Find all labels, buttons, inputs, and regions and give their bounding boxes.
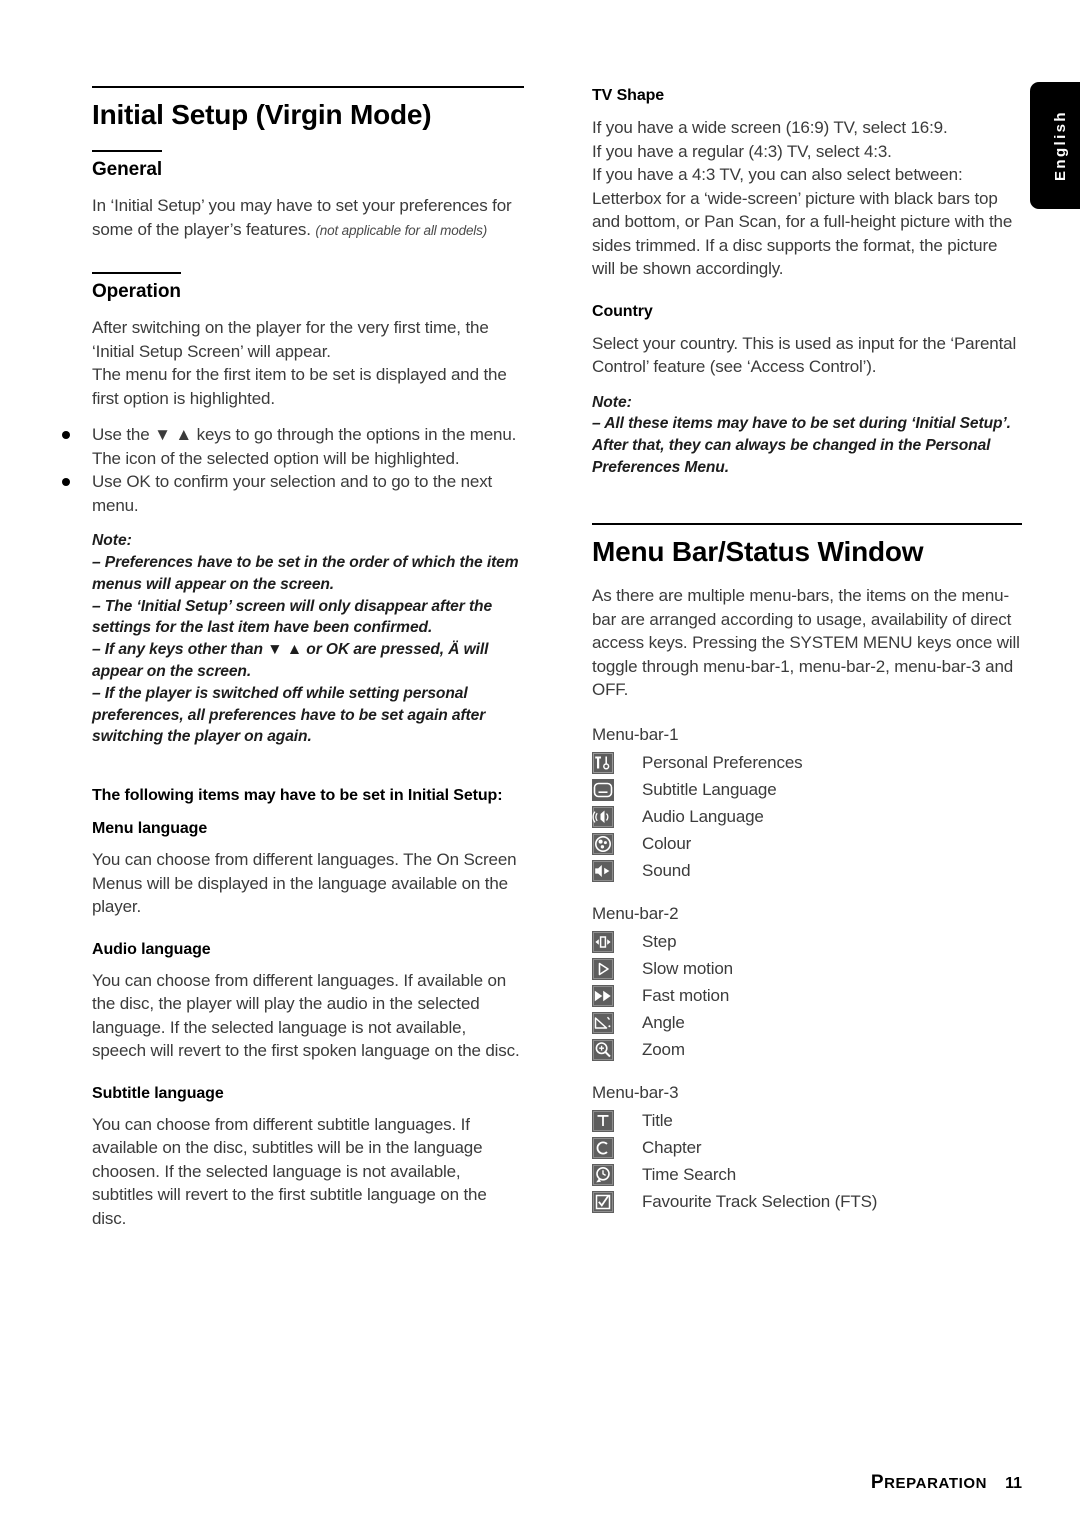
bullet-text: Use the ▼ ▲ keys to go through the optio…: [92, 425, 517, 468]
heading-tv-shape: TV Shape: [592, 87, 665, 104]
list-item: Zoom: [592, 1037, 1022, 1064]
list-item: Colour: [592, 831, 1022, 858]
menu-item-label: Step: [642, 932, 677, 952]
menu-bar-group-2: Menu-bar-2 Step Slow motion Fast motion …: [592, 901, 1022, 1064]
note-item: – All these items may have to be set dur…: [592, 415, 1011, 476]
list-item: Angle: [592, 1010, 1022, 1037]
menu-item-label: Zoom: [642, 1040, 685, 1060]
document-page: English Initial Setup (Virgin Mode) Gene…: [0, 0, 1080, 1528]
page-number: 11: [1005, 1475, 1022, 1492]
tv-shape-line-2: If you have a regular (4:3) TV, select 4…: [592, 141, 892, 161]
menu-item-label: Subtitle Language: [642, 780, 777, 800]
tv-shape-line-1: If you have a wide screen (16:9) TV, sel…: [592, 118, 948, 137]
slow-motion-icon: [592, 958, 614, 981]
menu-bar-title: Menu Bar/Status Window: [592, 522, 1022, 566]
note-item: – The ‘Initial Setup’ screen will only d…: [92, 597, 493, 637]
list-item: Subtitle Language: [592, 777, 1022, 804]
menu-item-label: Favourite Track Selection (FTS): [642, 1192, 878, 1212]
items-intro-heading: The following items may have to be set i…: [92, 787, 503, 805]
page-footer: PREPARATION 11: [0, 1472, 1022, 1494]
list-item: Use OK to confirm your selection and to …: [62, 470, 524, 517]
list-item: Title: [592, 1108, 1022, 1135]
left-column: Initial Setup (Virgin Mode) General In ‘…: [62, 86, 524, 1230]
heading-operation: Operation: [92, 272, 181, 303]
tools-icon: [592, 752, 614, 775]
menu-bar-group-1: Menu-bar-1 Personal Preferences Subtitle…: [592, 722, 1022, 885]
list-item: Slow motion: [592, 956, 1022, 983]
footer-section-initial: P: [870, 1472, 885, 1493]
note-item: – If the player is switched off while se…: [92, 684, 486, 746]
menu-bar-2-label: Menu-bar-2: [592, 903, 679, 923]
bullet-text: Use OK to confirm your selection and to …: [92, 472, 493, 515]
menu-item-label: Angle: [642, 1013, 685, 1033]
list-item: Step: [592, 929, 1022, 956]
fast-motion-icon: [592, 985, 614, 1008]
operation-paragraph-1: After switching on the player for the ve…: [92, 318, 489, 361]
bullet-dot-icon: [62, 478, 70, 487]
menu-bar-group-3: Menu-bar-3 Title Chapter Time Search Fav…: [592, 1080, 1022, 1216]
menu-item-label: Chapter: [642, 1138, 702, 1158]
list-item: Chapter: [592, 1135, 1022, 1162]
note-item: – If any keys other than ▼ ▲ or OK are p…: [92, 641, 489, 680]
body-country: Select your country. This is used as inp…: [592, 333, 1017, 377]
tv-shape-line-3: If you have a 4:3 TV, you can also selec…: [592, 165, 963, 184]
list-item: Fast motion: [592, 983, 1022, 1010]
menu-bar-3-label: Menu-bar-3: [592, 1082, 679, 1102]
body-menu-language: You can choose from different languages.…: [92, 850, 517, 917]
heading-menu-language: Menu language: [92, 820, 208, 838]
general-paragraph-note: (not applicable for all models): [315, 222, 488, 238]
tv-shape-line-4: Letterbox for a ‘wide-screen’ picture wi…: [592, 188, 1013, 279]
list-item: Time Search: [592, 1162, 1022, 1189]
menu-item-label: Slow motion: [642, 959, 733, 979]
heading-general: General: [92, 150, 162, 181]
title-icon: [592, 1110, 614, 1133]
heading-subtitle-language: Subtitle language: [92, 1084, 224, 1102]
subtitle-icon: [592, 779, 614, 802]
chapter-icon: [592, 1137, 614, 1160]
audio-icon: [592, 806, 614, 829]
language-tab: English: [1030, 82, 1080, 209]
language-tab-label: English: [1051, 110, 1069, 181]
note-item: – Preferences have to be set in the orde…: [92, 553, 519, 593]
sound-icon: [592, 860, 614, 883]
footer-section-name: PREPARATION: [870, 1472, 988, 1493]
list-item: Audio Language: [592, 804, 1022, 831]
menu-bar-1-label: Menu-bar-1: [592, 724, 679, 744]
menu-item-label: Audio Language: [642, 807, 764, 827]
fts-icon: [592, 1191, 614, 1214]
menu-item-label: Colour: [642, 834, 692, 854]
operation-paragraph-2: The menu for the first item to be set is…: [92, 365, 507, 408]
page-title: Initial Setup (Virgin Mode): [92, 86, 524, 129]
heading-audio-language: Audio language: [92, 940, 211, 958]
list-item: Sound: [592, 858, 1022, 885]
step-icon: [592, 931, 614, 954]
operation-bullet-list: Use the ▼ ▲ keys to go through the optio…: [62, 423, 524, 517]
note-label-right: Note:: [592, 393, 632, 411]
menu-item-label: Title: [642, 1111, 673, 1131]
list-item: Use the ▼ ▲ keys to go through the optio…: [62, 423, 524, 470]
list-item: Favourite Track Selection (FTS): [592, 1189, 1022, 1216]
right-column: TV Shape If you have a wide screen (16:9…: [592, 86, 1022, 1216]
menu-item-label: Sound: [642, 861, 691, 881]
menu-item-label: Fast motion: [642, 986, 730, 1006]
colour-icon: [592, 833, 614, 856]
heading-country: Country: [592, 302, 653, 320]
general-paragraph: In ‘Initial Setup’ you may have to set y…: [92, 194, 524, 242]
bullet-dot-icon: [62, 431, 70, 440]
angle-icon: [592, 1012, 614, 1035]
menu-item-label: Time Search: [642, 1165, 737, 1185]
footer-section-rest: REPARATION: [884, 1475, 988, 1492]
note-label-left: Note:: [92, 532, 132, 550]
body-subtitle-language: You can choose from different subtitle l…: [92, 1114, 487, 1228]
menu-bar-intro: As there are multiple menu-bars, the ite…: [592, 586, 1020, 700]
zoom-icon: [592, 1039, 614, 1062]
menu-item-label: Personal Preferences: [642, 753, 803, 773]
body-audio-language: You can choose from different languages.…: [92, 970, 520, 1061]
time-search-icon: [592, 1164, 614, 1187]
list-item: Personal Preferences: [592, 750, 1022, 777]
